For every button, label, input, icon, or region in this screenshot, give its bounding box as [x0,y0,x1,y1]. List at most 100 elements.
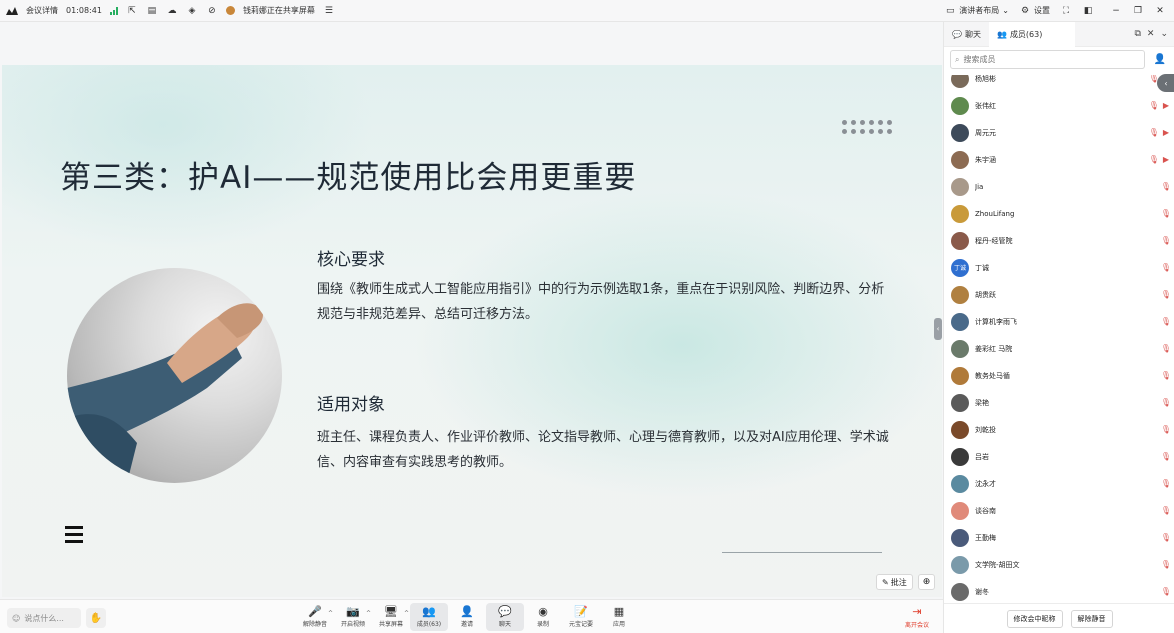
panel-collapse-handle[interactable]: ‹ [934,318,942,340]
toolbar-button-record[interactable]: ◉ 录制 [524,603,562,631]
whiteboard-icon[interactable]: ▤ [146,5,158,17]
avatar [951,231,969,250]
popout-icon[interactable]: ⧉ [1134,29,1140,39]
member-name: 张伟红 [975,101,996,110]
member-name: 沈永才 [975,479,996,488]
toolbar-button-invite[interactable]: 👤 邀请 [448,603,486,631]
member-row[interactable]: 丁诚 丁诚 🎙 [944,254,1174,281]
annotate-button[interactable]: ✎ 批注 [876,574,913,590]
toolbar-button-chat[interactable]: 💬 聊天 [486,603,524,631]
decorative-dots [842,120,892,134]
chat-icon: 💬 [952,29,962,39]
member-row[interactable]: ZhouLifang 🎙 [944,200,1174,227]
meeting-timer: 01:08:41 [66,6,102,15]
toolbar-button-apps[interactable]: ▦ 应用 [600,603,638,631]
toolbar-buttons: 🎤 解除静音 ^ 📷 开启视频 ^ 🖥 共享屏幕 ^ 👥 成员(63) 👤 邀请 💬 聊天 ◉ 录制 📝 元宝记要 ▦… [296,603,638,631]
member-row[interactable]: 胡贵跃 🎙 [944,281,1174,308]
mic-muted-icon: 🎙 [1160,587,1171,596]
gear-icon: ⚙ [1020,5,1030,16]
avatar [951,123,969,142]
member-name: Jia [975,182,984,191]
pen-icon: ✎ [882,577,889,587]
panel-chevron-down-icon[interactable]: ⌄ [1160,29,1168,39]
toolbar-label: 共享屏幕 [378,621,403,628]
member-row[interactable]: 沈永才 🎙 [944,470,1174,497]
member-row[interactable]: 张伟红 🎙 ▶ [944,92,1174,119]
member-row[interactable]: 计算机李雨飞 🎙 [944,308,1174,335]
member-search-input[interactable] [963,55,1124,64]
add-user-button[interactable]: 👤 [1152,51,1168,67]
decorative-line [722,552,882,553]
raise-hand-button[interactable]: ✋ [86,608,106,628]
side-collapse-button[interactable]: ‹ [1157,74,1174,92]
tab-members[interactable]: 👥 成员(63) [988,21,1075,47]
member-row[interactable]: Jia 🎙 [944,173,1174,200]
camera-off-icon: ▶ [1162,128,1169,137]
member-name: 胡贵跃 [975,290,996,299]
toolbar-label: 邀请 [460,621,473,628]
mic-muted-icon: 🎙 [1160,317,1171,326]
member-row[interactable]: 吕岩 🎙 [944,443,1174,470]
member-row[interactable]: 朱宇涵 🎙 ▶ [944,146,1174,173]
avatar [951,150,969,169]
mic-muted-icon: 🎙 [1160,209,1171,218]
toolbar-label: 应用 [612,621,625,628]
close-icon[interactable]: ✕ [1154,5,1166,17]
camera-off-icon: 📷 [346,605,360,618]
meeting-logo-icon [6,5,18,17]
caret-up-icon[interactable]: ^ [366,610,371,617]
sharing-menu-icon[interactable]: ☰ [323,5,335,17]
toolbar-label: 聊天 [498,621,511,628]
member-row[interactable]: 程丹-经管院 🎙 [944,227,1174,254]
member-row[interactable]: 梁艳 🎙 [944,389,1174,416]
member-row[interactable]: 教务处马循 🎙 [944,362,1174,389]
panel-close-icon[interactable]: ✕ [1147,29,1155,39]
member-row[interactable]: 谈谷南 🎙 [944,497,1174,524]
presenter-avatar-icon [225,6,235,15]
caret-up-icon[interactable]: ^ [404,610,409,617]
external-link-icon[interactable]: ⇱ [126,5,138,17]
caret-up-icon[interactable]: ^ [328,610,333,617]
sidebar-toggle-icon[interactable]: ◧ [1082,5,1094,17]
minimize-icon[interactable]: − [1110,5,1122,17]
member-search-field[interactable]: ⌕ [950,50,1145,69]
toolbar-button-notes[interactable]: 📝 元宝记要 [562,603,600,631]
tags-icon[interactable]: ◈ [186,5,198,17]
member-row[interactable]: 杨旭彬🎙▶ [944,75,1174,92]
quick-chat-input[interactable]: ☺ 说点什么... [7,608,81,628]
fullscreen-icon[interactable]: ⛶ [1060,5,1072,17]
section-audience-body: 班主任、课程负责人、作业评价教师、论文指导教师、心理与德育教师，以及对AI应用伦… [317,430,889,470]
search-icon: ⌕ [955,54,960,64]
rename-button[interactable]: 修改会中昵称 [1006,609,1063,628]
speaker-layout-button[interactable]: ▭ 演讲者布局 ⌄ [944,5,1009,17]
member-row[interactable]: 刘乾投 🎙 [944,416,1174,443]
smile-icon: ☺ [12,613,21,623]
settings-button[interactable]: ⚙ 设置 [1019,5,1050,17]
tab-members-label: 成员(63) [1009,29,1043,39]
toolbar-button-mic-muted[interactable]: 🎤 解除静音 ^ [296,603,334,631]
toolbar-button-members[interactable]: 👥 成员(63) [410,603,448,631]
member-name: 周元元 [975,128,996,137]
shared-screen-stage: 第三类：护AI——规范使用比会用更重要 核心要求 围绕《教师生成式人工智能应用指… [0,22,943,599]
signal-icon[interactable] [109,6,118,15]
leave-meeting-button[interactable]: ⇥ 离开会议 [897,603,937,631]
meeting-info-link[interactable]: 会议详情 [26,5,58,16]
cloud-icon[interactable]: ☁ [166,5,178,17]
member-name: 文学院-胡田文 [975,560,1020,569]
mic-muted-icon: 🎙 [1160,452,1171,461]
avatar [951,420,969,439]
toolbar-button-share-screen[interactable]: 🖥 共享屏幕 ^ [372,603,410,631]
member-row[interactable]: 姜彩红 马院 🎙 [944,335,1174,362]
member-row[interactable]: 王勤梅 🎙 [944,524,1174,551]
member-row[interactable]: 周元元 🎙 ▶ [944,119,1174,146]
section-core-body: 围绕《教师生成式人工智能应用指引》中的行为示例选取1条，重点在于识别风险、判断边… [317,282,885,322]
unmute-all-button[interactable]: 解除静音 [1070,609,1113,628]
quick-chat-placeholder: 说点什么... [24,613,64,623]
restore-icon[interactable]: ❐ [1132,5,1144,17]
no-record-icon[interactable]: ⊘ [206,5,218,17]
zoom-button[interactable]: ⊕ [918,574,935,590]
toolbar-button-camera-off[interactable]: 📷 开启视频 ^ [334,603,372,631]
member-row[interactable]: 文学院-胡田文 🎙 [944,551,1174,578]
member-row[interactable]: 谢冬 🎙 [944,578,1174,603]
tab-chat[interactable]: 💬 聊天 [944,22,989,47]
